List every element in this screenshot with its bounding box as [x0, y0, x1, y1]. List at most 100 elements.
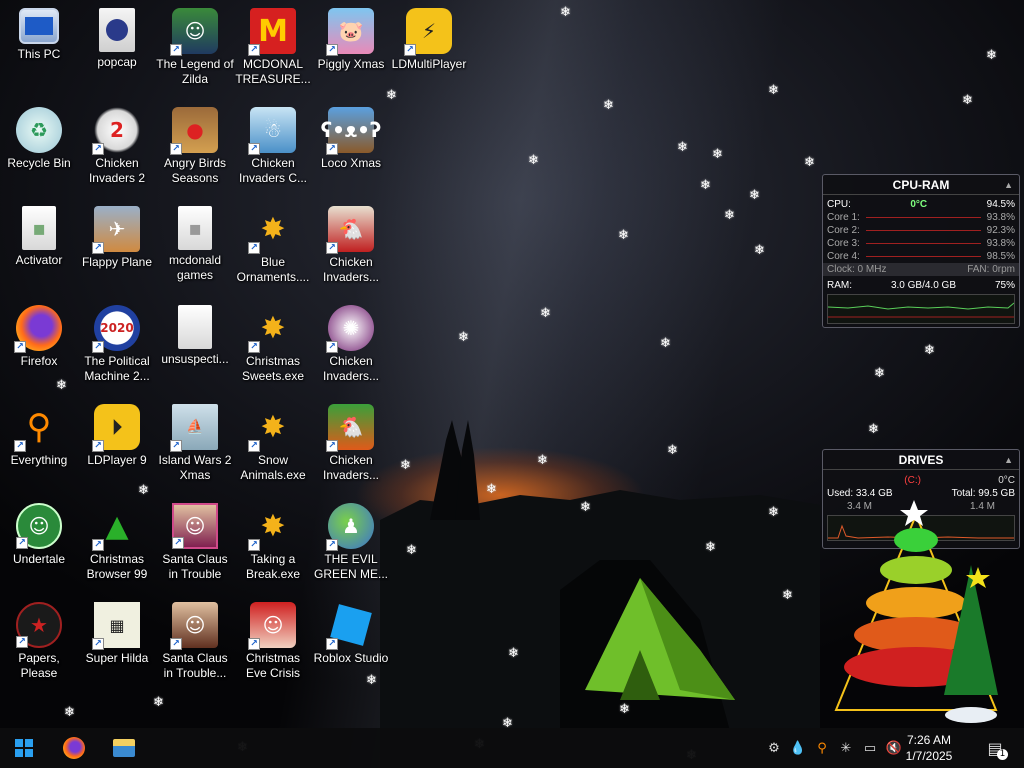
desktop-icon-this-pc[interactable]: This PC — [0, 2, 78, 97]
tray-network-icon[interactable]: ▭ — [862, 740, 878, 756]
desktop-icon-santa-claus-in-trouble[interactable]: ☺ ↗ Santa Claus in Trouble — [156, 497, 234, 592]
icon-label: Piggly Xmas — [317, 57, 385, 71]
icon-label: popcap — [97, 55, 137, 69]
tray-bluetooth-icon[interactable]: ✳ — [838, 740, 854, 756]
desktop-icon-taking-a-break[interactable]: ✸ ↗ Taking a Break.exe — [234, 497, 312, 592]
undertale-icon: ☺ ↗ — [16, 503, 62, 549]
desktop-icon-evil-green-me[interactable]: ♟ ↗ THE EVIL GREEN ME... — [312, 497, 390, 592]
snowflake-icon: ❄ — [768, 505, 779, 520]
shortcut-arrow-icon: ↗ — [326, 539, 338, 551]
cpu-ram-gadget[interactable]: CPU-RAM ▲ CPU: 0°C 94.5% Core 1: 93.8% Co… — [822, 174, 1020, 328]
desktop-icon-santa-claus-in-trouble-a[interactable]: ☺↗ Santa Claus in Trouble... A... — [156, 596, 234, 691]
snowflake-icon: ❄ — [986, 48, 997, 63]
file-icon — [178, 305, 212, 349]
core-row: Core 2: 92.3% — [823, 224, 1019, 237]
desktop-icon-mcdonal-treasure[interactable]: M ↗ MCDONAL TREASURE... — [234, 2, 312, 97]
ornament-icon: ✸ ↗ — [248, 206, 296, 254]
core-label: Core 3: — [827, 238, 860, 249]
desktop-icon-christmas-eve-crisis[interactable]: ☺ ↗ Christmas Eve Crisis — [234, 596, 312, 691]
desktop-icon-mcdonald-games[interactable]: ▪ mcdonald games — [156, 200, 234, 295]
cpu-percent: 94.5% — [986, 199, 1015, 210]
desktop-icon-chicken-invaders-2[interactable]: 2 ↗ Chicken Invaders 2 — [78, 101, 156, 196]
desktop-icon-popcap[interactable]: popcap — [78, 2, 156, 97]
desktop-icon-everything[interactable]: ⚲ ↗ Everything — [0, 398, 78, 493]
desktop-icon-undertale[interactable]: ☺ ↗ Undertale — [0, 497, 78, 592]
ram-percent: 75% — [994, 280, 1015, 291]
icon-label: Undertale — [12, 552, 66, 566]
ldplayer-icon: ⏵ ↗ — [92, 404, 140, 452]
christmas-tree-decoration — [834, 500, 998, 723]
ornament-icon: ✸ ↗ — [248, 305, 296, 353]
taskbar-firefox[interactable] — [50, 728, 98, 768]
desktop-icon-political-machine[interactable]: 2020 ↗ The Political Machine 2... — [78, 299, 156, 394]
desktop-icon-christmas-sweets[interactable]: ✸ ↗ Christmas Sweets.exe — [234, 299, 312, 394]
core-value: 93.8% — [986, 238, 1015, 249]
tray-network-app-icon[interactable]: ⚙ — [766, 740, 782, 756]
desktop-icon-roblox-studio[interactable]: ↗ Roblox Studio — [312, 596, 390, 691]
ram-usage: 3.0 GB/4.0 GB — [890, 280, 957, 291]
core-label: Core 4: — [827, 251, 860, 262]
desktop-icon-legend-of-zilda[interactable]: ☺ ↗ The Legend of Zilda — [156, 2, 234, 97]
ram-row: RAM: 3.0 GB/4.0 GB 75% — [823, 279, 1019, 292]
shortcut-arrow-icon: ↗ — [92, 242, 104, 254]
political-icon: 2020 ↗ — [92, 305, 140, 353]
snowflake-icon: ❄ — [782, 588, 793, 603]
desktop-icon-papers-please[interactable]: ★ ↗ Papers, Please — [0, 596, 78, 691]
desktop-icon-ldmultiplayer[interactable]: ⚡ ↗ LDMultiPlayer — [390, 2, 468, 97]
snowflake-icon: ❄ — [603, 98, 614, 113]
icon-label: Taking a Break.exe — [245, 552, 301, 581]
shortcut-arrow-icon: ↗ — [14, 440, 26, 452]
desktop-icon-chicken-invaders-5[interactable]: 🐔 ↗ Chicken Invaders... — [312, 398, 390, 493]
desktop-icon-flappy-plane[interactable]: ✈ ↗ Flappy Plane — [78, 200, 156, 295]
chicken-icon: ✺ ↗ — [326, 305, 374, 353]
desktop-icon-activator[interactable]: ▪ Activator — [0, 200, 78, 295]
shortcut-arrow-icon: ↗ — [326, 143, 338, 155]
desktop-icon-angry-birds-seasons[interactable]: ● ↗ Angry Birds Seasons — [156, 101, 234, 196]
desktop-icon-blue-ornaments[interactable]: ✸ ↗ Blue Ornaments.... — [234, 200, 312, 295]
desktop-icon-christmas-browser-99[interactable]: ▲ ↗ Christmas Browser 99 — [78, 497, 156, 592]
icon-label: Recycle Bin — [7, 156, 71, 170]
icon-label: Chicken Invaders... — [322, 453, 380, 482]
desktop-icon-chicken-invaders-4[interactable]: ✺ ↗ Chicken Invaders... — [312, 299, 390, 394]
tray-droplet-icon[interactable]: 💧 — [790, 740, 806, 756]
snowflake-icon: ❄ — [768, 83, 779, 98]
icon-label: THE EVIL GREEN ME... — [313, 552, 388, 581]
desktop-icon-chicken-invaders-3[interactable]: 🐔 ↗ Chicken Invaders... — [312, 200, 390, 295]
ornament-icon: ✸ ↗ — [248, 404, 296, 452]
santa-icon: ☺ ↗ — [170, 602, 218, 650]
desktop-icon-chicken-invaders-c[interactable]: ☃ ↗ Chicken Invaders C... — [234, 101, 312, 196]
collapse-icon[interactable]: ▲ — [1004, 175, 1013, 195]
desktop-icon-island-wars-2-xmas[interactable]: ⛵ ↗ Island Wars 2 Xmas — [156, 398, 234, 493]
tray-search-icon[interactable]: ⚲ — [814, 740, 830, 756]
icon-label: Chicken Invaders... — [322, 354, 380, 383]
core-row: Core 3: 93.8% — [823, 237, 1019, 250]
chicken-icon: 2 ↗ — [92, 107, 140, 155]
taskbar-file-explorer[interactable] — [100, 728, 148, 768]
desktop-icon-snow-animals[interactable]: ✸ ↗ Snow Animals.exe — [234, 398, 312, 493]
start-button[interactable] — [0, 728, 48, 768]
icon-label: LDPlayer 9 — [87, 453, 147, 467]
shortcut-arrow-icon: ↗ — [248, 341, 260, 353]
icon-label: Angry Birds Seasons — [163, 156, 227, 185]
collapse-icon[interactable]: ▲ — [1004, 450, 1013, 470]
desktop-icon-piggly-xmas[interactable]: 🐷 ↗ Piggly Xmas — [312, 2, 390, 97]
desktop-icon-loco-xmas[interactable]: ʕ•ᴥ•ʔ ↗ Loco Xmas — [312, 101, 390, 196]
shortcut-arrow-icon: ↗ — [248, 638, 260, 650]
icon-label: Firefox — [20, 354, 58, 368]
desktop-icon-ldplayer-9[interactable]: ⏵ ↗ LDPlayer 9 — [78, 398, 156, 493]
desktop-icon-recycle-bin[interactable]: ♻ Recycle Bin — [0, 101, 78, 196]
roblox-icon: ↗ — [326, 602, 374, 650]
snowflake-icon: ❄ — [580, 500, 591, 515]
icon-label: This PC — [17, 47, 61, 61]
snowflake-icon: ❄ — [618, 228, 629, 243]
snowflake-icon: ❄ — [868, 422, 879, 437]
icon-label: Christmas Browser 99 — [86, 552, 148, 581]
gadget-title: DRIVES ▲ — [823, 450, 1019, 470]
desktop-icon-unsuspecti[interactable]: unsuspecti... — [156, 299, 234, 394]
desktop-icon-firefox[interactable]: ↗ Firefox — [0, 299, 78, 394]
taskbar-clock[interactable]: 7:26 AM 1/7/2025 — [894, 732, 964, 764]
desktop-icon-super-hilda[interactable]: ▦ ↗ Super Hilda — [78, 596, 156, 691]
notification-center-icon[interactable]: ▤ 1 — [984, 738, 1008, 760]
snowflake-icon: ❄ — [458, 330, 469, 345]
firefox-icon: ↗ — [14, 305, 62, 353]
